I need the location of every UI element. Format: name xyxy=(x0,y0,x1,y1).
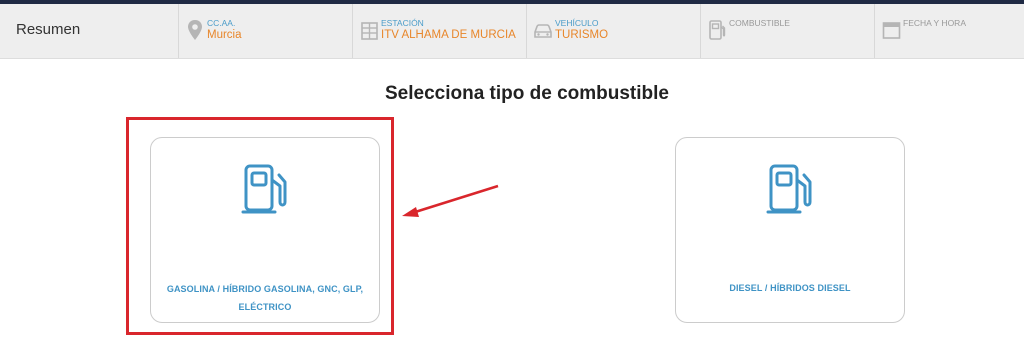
highlight-box xyxy=(126,117,394,335)
fuel-option-diesel-label: DIESEL / HÍBRIDOS DIESEL xyxy=(729,283,851,293)
step-ccaa-label: CC.AA. xyxy=(207,18,236,28)
step-fecha-hora-label: FECHA Y HORA xyxy=(903,18,966,28)
step-combustible-label: COMBUSTIBLE xyxy=(729,18,790,28)
fuel-option-diesel[interactable]: DIESEL / HÍBRIDOS DIESEL xyxy=(675,137,905,323)
calendar-icon xyxy=(882,22,901,39)
step-estacion-label: ESTACIÓN xyxy=(381,18,424,28)
building-icon xyxy=(361,22,378,40)
step-combustible: COMBUSTIBLE xyxy=(700,4,875,58)
summary-title: Resumen xyxy=(16,21,81,38)
car-icon xyxy=(534,24,552,38)
step-ccaa-value: Murcia xyxy=(207,29,242,41)
step-estacion[interactable]: ESTACIÓN ITV ALHAMA DE MURCIA xyxy=(352,4,527,58)
step-vehiculo[interactable]: VEHÍCULO TURISMO xyxy=(526,4,701,58)
page-heading: Selecciona tipo de combustible xyxy=(384,83,669,104)
fuel-pump-icon xyxy=(709,20,726,40)
step-vehiculo-value: TURISMO xyxy=(555,29,609,41)
fuel-pump-icon xyxy=(766,164,812,214)
arrow-icon xyxy=(402,184,499,217)
step-ccaa[interactable]: CC.AA. Murcia xyxy=(178,4,353,58)
step-estacion-value: ITV ALHAMA DE MURCIA xyxy=(381,29,516,41)
summary-bar: Resumen CC.AA. Murcia ESTACIÓN ITV ALHAM… xyxy=(0,4,1024,59)
location-pin-icon xyxy=(188,20,202,40)
step-vehiculo-label: VEHÍCULO xyxy=(555,18,599,28)
step-fecha-hora: FECHA Y HORA xyxy=(874,4,1024,58)
